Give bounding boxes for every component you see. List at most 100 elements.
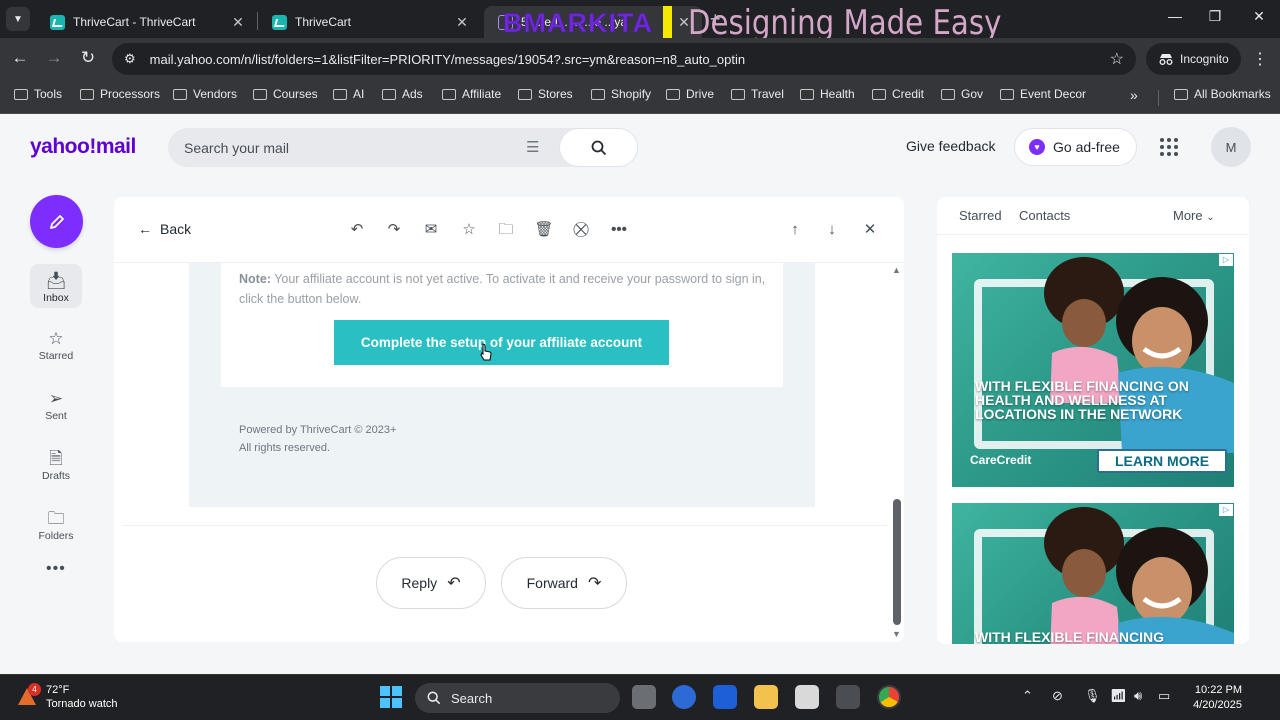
more-actions-icon[interactable]: ••• <box>608 219 630 241</box>
search-button[interactable] <box>559 128 638 167</box>
bookmark-health[interactable]: Health <box>800 87 855 101</box>
bookmark-affiliate[interactable]: Affiliate <box>442 87 501 101</box>
bookmark-vendors[interactable]: Vendors <box>173 87 237 101</box>
browser-tab-thrivecart-1[interactable]: ThriveCart - ThriveCart ✕ <box>36 6 256 38</box>
previous-message-icon[interactable]: ↑ <box>784 219 806 241</box>
bookmark-processors[interactable]: Processors <box>80 87 160 101</box>
back-button[interactable]: ← Back <box>138 221 191 237</box>
reply-label: Reply <box>401 575 438 591</box>
tab-search-button[interactable]: ▼ <box>6 7 30 31</box>
note-label: Note: <box>239 272 271 286</box>
nav-inbox[interactable]: 📥︎ Inbox <box>30 264 82 308</box>
forward-arrow-icon[interactable]: → <box>42 48 66 68</box>
close-message-icon[interactable]: ✕ <box>859 219 881 241</box>
reply-icon[interactable]: ↶ <box>346 219 368 241</box>
system-clock[interactable]: 10:22 PM 4/20/2025 <box>1186 683 1242 713</box>
note-text: Your affiliate account is not yet active… <box>239 272 766 306</box>
bookmark-tools[interactable]: Tools <box>14 87 62 101</box>
weather-widget[interactable]: 4 72°F Tornado watch <box>16 683 118 711</box>
compose-button[interactable] <box>30 195 83 248</box>
folder-icon <box>518 88 532 100</box>
adchoices-icon[interactable]: ▷ <box>1219 254 1233 266</box>
carecredit-ad-second[interactable]: ▷ WITH FLEXIBLE FINANCING <box>952 503 1234 644</box>
back-label: Back <box>160 221 192 237</box>
more-tabs-button[interactable]: More ⌄ <box>1173 208 1215 223</box>
incognito-indicator[interactable]: Incognito <box>1146 43 1241 75</box>
bookmark-stores[interactable]: Stores <box>518 87 573 101</box>
bookmark-courses[interactable]: Courses <box>253 87 318 101</box>
microphone-icon[interactable]: 🎙︎ <box>1084 688 1101 704</box>
scroll-up-icon[interactable]: ▲ <box>892 265 901 275</box>
ad-brand-logo: CareCredit <box>970 453 1032 467</box>
browser-tab-thrivecart-2[interactable]: ThriveCart ✕ <box>258 6 480 38</box>
forward-icon[interactable]: ↷ <box>383 219 405 241</box>
move-folder-icon[interactable]: 🗀 <box>495 219 517 241</box>
chrome-app-icon[interactable] <box>877 685 901 709</box>
reload-icon[interactable]: ↻ <box>76 48 100 68</box>
all-bookmarks[interactable]: All Bookmarks <box>1174 87 1271 101</box>
tab-contacts[interactable]: Contacts <box>1019 208 1070 223</box>
search-options-icon[interactable]: ☰ <box>526 138 539 156</box>
tab-close-icon[interactable]: ✕ <box>230 14 246 31</box>
volume-icon[interactable]: 🔊︎ <box>1134 688 1142 704</box>
trash-icon[interactable]: 🗑 <box>533 219 555 241</box>
nav-starred[interactable]: ☆ Starred <box>30 328 82 362</box>
taskbar-search[interactable]: Search <box>415 683 620 713</box>
forward-button[interactable]: Forward ↷ <box>501 557 627 609</box>
tray-app-icon[interactable]: ⊘ <box>1052 688 1063 704</box>
adchoices-icon[interactable]: ▷ <box>1219 504 1233 516</box>
back-arrow-icon[interactable]: ← <box>8 48 32 68</box>
yahoo-mail-logo[interactable]: yahoo!mail <box>30 135 136 159</box>
task-view-icon[interactable] <box>632 685 656 709</box>
star-icon[interactable]: ☆ <box>458 219 480 241</box>
scrollbar-thumb[interactable] <box>893 499 901 625</box>
bookmark-shopify[interactable]: Shopify <box>591 87 651 101</box>
snipping-tool-icon[interactable] <box>795 685 819 709</box>
windows-start-icon[interactable] <box>380 686 402 708</box>
browser-menu-icon[interactable]: ⋮ <box>1252 49 1268 69</box>
carecredit-ad[interactable]: ▷ WITH FLEXIBLE FINANCING ON HEALTH AND … <box>952 253 1234 487</box>
dropbox-app-icon[interactable] <box>713 685 737 709</box>
give-feedback-link[interactable]: Give feedback <box>906 138 996 154</box>
avatar[interactable]: M <box>1211 127 1251 167</box>
maximize-button[interactable]: ❐ <box>1200 8 1230 25</box>
complete-setup-button[interactable]: Complete the setup of your affiliate acc… <box>334 320 669 365</box>
reply-button[interactable]: Reply ↶ <box>376 557 486 609</box>
wifi-icon[interactable]: 📶︎ <box>1110 688 1127 704</box>
window-close-button[interactable]: ✕ <box>1244 8 1274 25</box>
site-info-icon[interactable]: ⚙ <box>124 51 136 67</box>
right-column: Starred Contacts More ⌄ ▷ WITH FLEXIBLE … <box>937 197 1249 644</box>
learn-more-button[interactable]: LEARN MORE <box>1097 449 1227 473</box>
bookmark-event-decor[interactable]: Event Decor <box>1000 87 1086 101</box>
bookmark-star-icon[interactable]: ☆ <box>1110 49 1124 69</box>
tab-starred[interactable]: Starred <box>959 208 1002 223</box>
app-icon[interactable] <box>836 685 860 709</box>
tray-overflow-icon[interactable]: ⌃ <box>1022 688 1033 704</box>
file-explorer-icon[interactable] <box>754 685 778 709</box>
zoom-app-icon[interactable] <box>672 685 696 709</box>
more-nav-icon[interactable]: ••• <box>46 560 66 578</box>
url-text[interactable]: mail.yahoo.com/n/list/folders=1&listFilt… <box>150 52 1110 67</box>
go-ad-free-button[interactable]: ♥ Go ad-free <box>1014 128 1137 166</box>
nav-folders[interactable]: 🗀 Folders <box>30 508 82 542</box>
bookmark-ai[interactable]: AI <box>333 87 364 101</box>
search-input[interactable] <box>168 128 548 167</box>
mark-unread-icon[interactable]: ✉ <box>420 219 442 241</box>
next-message-icon[interactable]: ↓ <box>821 219 843 241</box>
bookmark-travel[interactable]: Travel <box>731 87 784 101</box>
nav-drafts[interactable]: 🗎 Drafts <box>30 448 82 482</box>
scroll-down-icon[interactable]: ▼ <box>892 629 901 639</box>
battery-icon[interactable]: ▭ <box>1158 688 1170 704</box>
address-bar[interactable]: ⚙ mail.yahoo.com/n/list/folders=1&listFi… <box>112 43 1136 75</box>
bookmark-drive[interactable]: Drive <box>666 87 714 101</box>
nav-sent[interactable]: ➢ Sent <box>30 388 82 422</box>
bookmarks-overflow-icon[interactable]: » <box>1130 87 1138 103</box>
spam-shield-icon[interactable]: ⛒ <box>570 219 592 241</box>
ad-headline: WITH FLEXIBLE FINANCING ON HEALTH AND WE… <box>975 378 1189 422</box>
tab-close-icon[interactable]: ✕ <box>454 14 470 31</box>
apps-grid-icon[interactable] <box>1160 138 1178 156</box>
minimize-button[interactable]: — <box>1160 8 1190 24</box>
bookmark-gov[interactable]: Gov <box>941 87 983 101</box>
bookmark-credit[interactable]: Credit <box>872 87 924 101</box>
bookmark-ads[interactable]: Ads <box>382 87 423 101</box>
